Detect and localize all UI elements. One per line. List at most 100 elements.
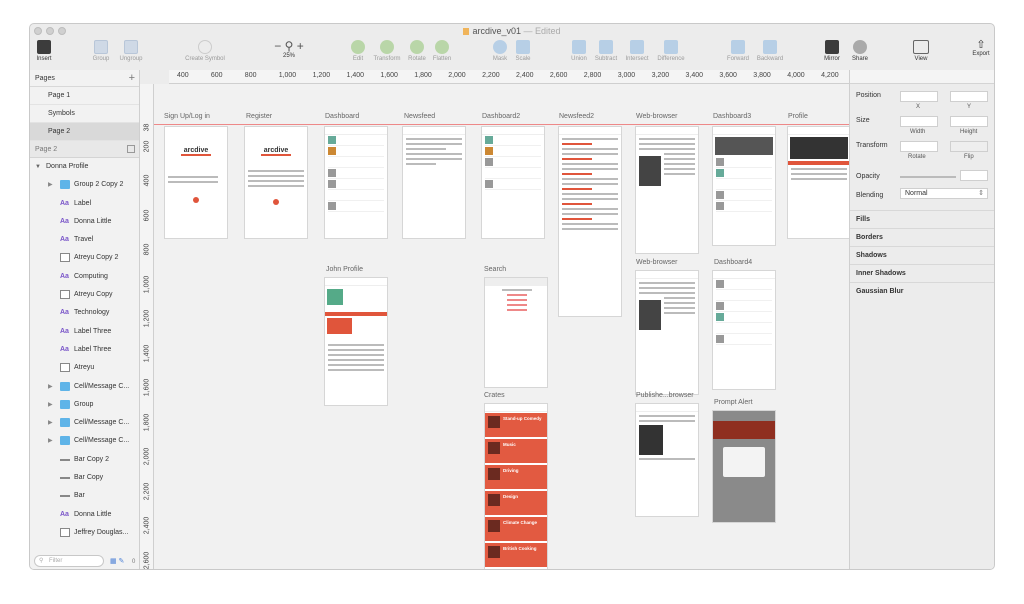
alignment-toolbar[interactable] xyxy=(850,70,994,84)
subtract-button[interactable]: Subtract xyxy=(592,38,620,62)
artboard-crates[interactable]: Stand-up Comedy Music Driving Design Climate… xyxy=(484,403,548,569)
layer-item[interactable]: Aa Computing xyxy=(30,268,139,286)
artboard-prompt-alert[interactable] xyxy=(712,410,776,523)
crate-item[interactable]: Stand-up Comedy xyxy=(485,413,547,438)
layer-options-icon[interactable]: ▦ ✎ xyxy=(110,557,124,565)
layer-item[interactable]: Aa Technology xyxy=(30,304,139,322)
position-y-field[interactable] xyxy=(950,91,988,102)
artboard-dashboard3[interactable] xyxy=(712,126,776,246)
difference-button[interactable]: Difference xyxy=(654,38,688,62)
add-page-icon[interactable]: + xyxy=(129,70,135,87)
artboard-search[interactable] xyxy=(484,277,548,388)
disclosure-icon[interactable]: ▶ xyxy=(48,396,53,414)
rectangle-icon xyxy=(60,253,70,263)
layer-item[interactable]: Atreyu xyxy=(30,359,139,377)
scale-button[interactable]: Scale xyxy=(512,38,534,62)
rotate-button[interactable]: Rotate xyxy=(406,38,428,62)
share-button[interactable]: Share xyxy=(848,38,872,62)
layer-item[interactable]: Jeffrey Douglas... xyxy=(30,524,139,542)
intersect-button[interactable]: Intersect xyxy=(622,38,652,62)
layer-item[interactable]: Aa Donna Little xyxy=(30,506,139,524)
transform-button[interactable]: Transform xyxy=(372,38,402,62)
layer-item[interactable]: ▶ Group 2 Copy 2 xyxy=(30,176,139,194)
artboard-dashboard[interactable] xyxy=(324,126,388,239)
page-item[interactable]: Page 1 xyxy=(30,87,139,105)
crate-item[interactable]: Music xyxy=(485,439,547,464)
union-button[interactable]: Union xyxy=(568,38,590,62)
artboard-register[interactable]: arcdive xyxy=(244,126,308,239)
zoom-window-button[interactable] xyxy=(58,27,66,35)
crate-item[interactable]: Design xyxy=(485,491,547,516)
layer-item[interactable]: ▶ Cell/Message C... xyxy=(30,432,139,450)
layer-item[interactable]: ▶ Cell/Message C... xyxy=(30,378,139,396)
inspector-section[interactable]: Gaussian Blur xyxy=(850,282,994,299)
collapse-icon[interactable] xyxy=(127,145,135,153)
inspector-section[interactable]: Shadows xyxy=(850,246,994,263)
layer-item[interactable]: Atreyu Copy 2 xyxy=(30,249,139,267)
layer-item[interactable]: Bar Copy xyxy=(30,469,139,487)
height-field[interactable] xyxy=(950,116,988,127)
layer-item[interactable]: Aa Label xyxy=(30,195,139,213)
layer-item[interactable]: Atreyu Copy xyxy=(30,286,139,304)
artboard-profile[interactable] xyxy=(787,126,849,239)
layer-label: Bar Copy 2 xyxy=(74,455,110,463)
artboard-dashboard4[interactable] xyxy=(712,270,776,390)
crate-item[interactable]: Driving xyxy=(485,465,547,490)
layer-item[interactable]: Bar Copy 2 xyxy=(30,451,139,469)
forward-button[interactable]: Forward xyxy=(724,38,752,62)
artboard-publisher-browser[interactable] xyxy=(635,403,699,517)
flip-buttons[interactable] xyxy=(950,141,988,152)
layer-item[interactable]: Aa Label Three xyxy=(30,323,139,341)
layer-item[interactable]: ▶ Cell/Message C... xyxy=(30,414,139,432)
group-button[interactable]: Group xyxy=(90,38,112,62)
ungroup-button[interactable]: Ungroup xyxy=(118,38,144,62)
width-field[interactable] xyxy=(900,116,938,127)
backward-button[interactable]: Backward xyxy=(754,38,786,62)
view-button[interactable]: View xyxy=(908,38,934,62)
inspector-section[interactable]: Borders xyxy=(850,228,994,245)
artboard-newsfeed[interactable] xyxy=(402,126,466,239)
disclosure-icon[interactable]: ▶ xyxy=(48,432,53,450)
layer-item[interactable]: Aa Donna Little xyxy=(30,213,139,231)
canvas[interactable]: Sign Up/Log in Register Dashboard Newsfe… xyxy=(154,84,849,569)
mask-button[interactable]: Mask xyxy=(490,38,510,62)
flatten-button[interactable]: Flatten xyxy=(430,38,454,62)
artboard-label: Publishe...browser xyxy=(636,392,694,399)
close-window-button[interactable] xyxy=(34,27,42,35)
insert-button[interactable]: Insert xyxy=(33,38,55,62)
inspector-section[interactable]: Inner Shadows xyxy=(850,264,994,281)
create-symbol-button[interactable]: Create Symbol xyxy=(182,38,228,62)
crate-item[interactable]: British Cooking xyxy=(485,543,547,568)
crate-item[interactable]: Climate Change xyxy=(485,517,547,542)
artboard-john-profile[interactable] xyxy=(324,277,388,406)
disclosure-icon[interactable]: ▶ xyxy=(48,414,53,432)
mirror-button[interactable]: Mirror xyxy=(820,38,844,62)
zoom-control[interactable]: − ⚲ +25% xyxy=(268,38,310,59)
disclosure-icon[interactable]: ▶ xyxy=(48,176,53,194)
inspector-section[interactable]: Fills xyxy=(850,210,994,227)
layer-item[interactable]: Aa Travel xyxy=(30,231,139,249)
filter-input[interactable]: ⚲ Filter xyxy=(34,555,104,567)
opacity-slider[interactable] xyxy=(900,176,956,178)
ungroup-icon xyxy=(124,40,138,54)
artboard-webbrowser[interactable] xyxy=(635,126,699,254)
position-x-field[interactable] xyxy=(900,91,938,102)
edit-button[interactable]: Edit xyxy=(348,38,368,62)
blending-select[interactable]: Normal ⇕ xyxy=(900,188,988,199)
artboard-newsfeed2[interactable] xyxy=(558,126,622,317)
minimize-window-button[interactable] xyxy=(46,27,54,35)
layer-item[interactable]: ▶ Group xyxy=(30,396,139,414)
export-button[interactable]: ⇧ Export xyxy=(968,38,994,57)
layer-item[interactable]: Bar xyxy=(30,487,139,505)
opacity-field[interactable] xyxy=(960,170,988,181)
artboard-signup[interactable]: arcdive xyxy=(164,126,228,239)
artboard-layer[interactable]: ▼ Donna Profile xyxy=(30,158,139,176)
artboard-webbrowser-2[interactable] xyxy=(635,270,699,395)
page-item[interactable]: Symbols xyxy=(30,105,139,123)
rotate-field[interactable] xyxy=(900,141,938,152)
disclosure-icon[interactable]: ▶ xyxy=(48,378,53,396)
page-item-selected[interactable]: Page 2 xyxy=(30,123,139,141)
flip-label: Flip xyxy=(964,154,974,160)
artboard-dashboard2[interactable] xyxy=(481,126,545,239)
layer-item[interactable]: Aa Label Three xyxy=(30,341,139,359)
